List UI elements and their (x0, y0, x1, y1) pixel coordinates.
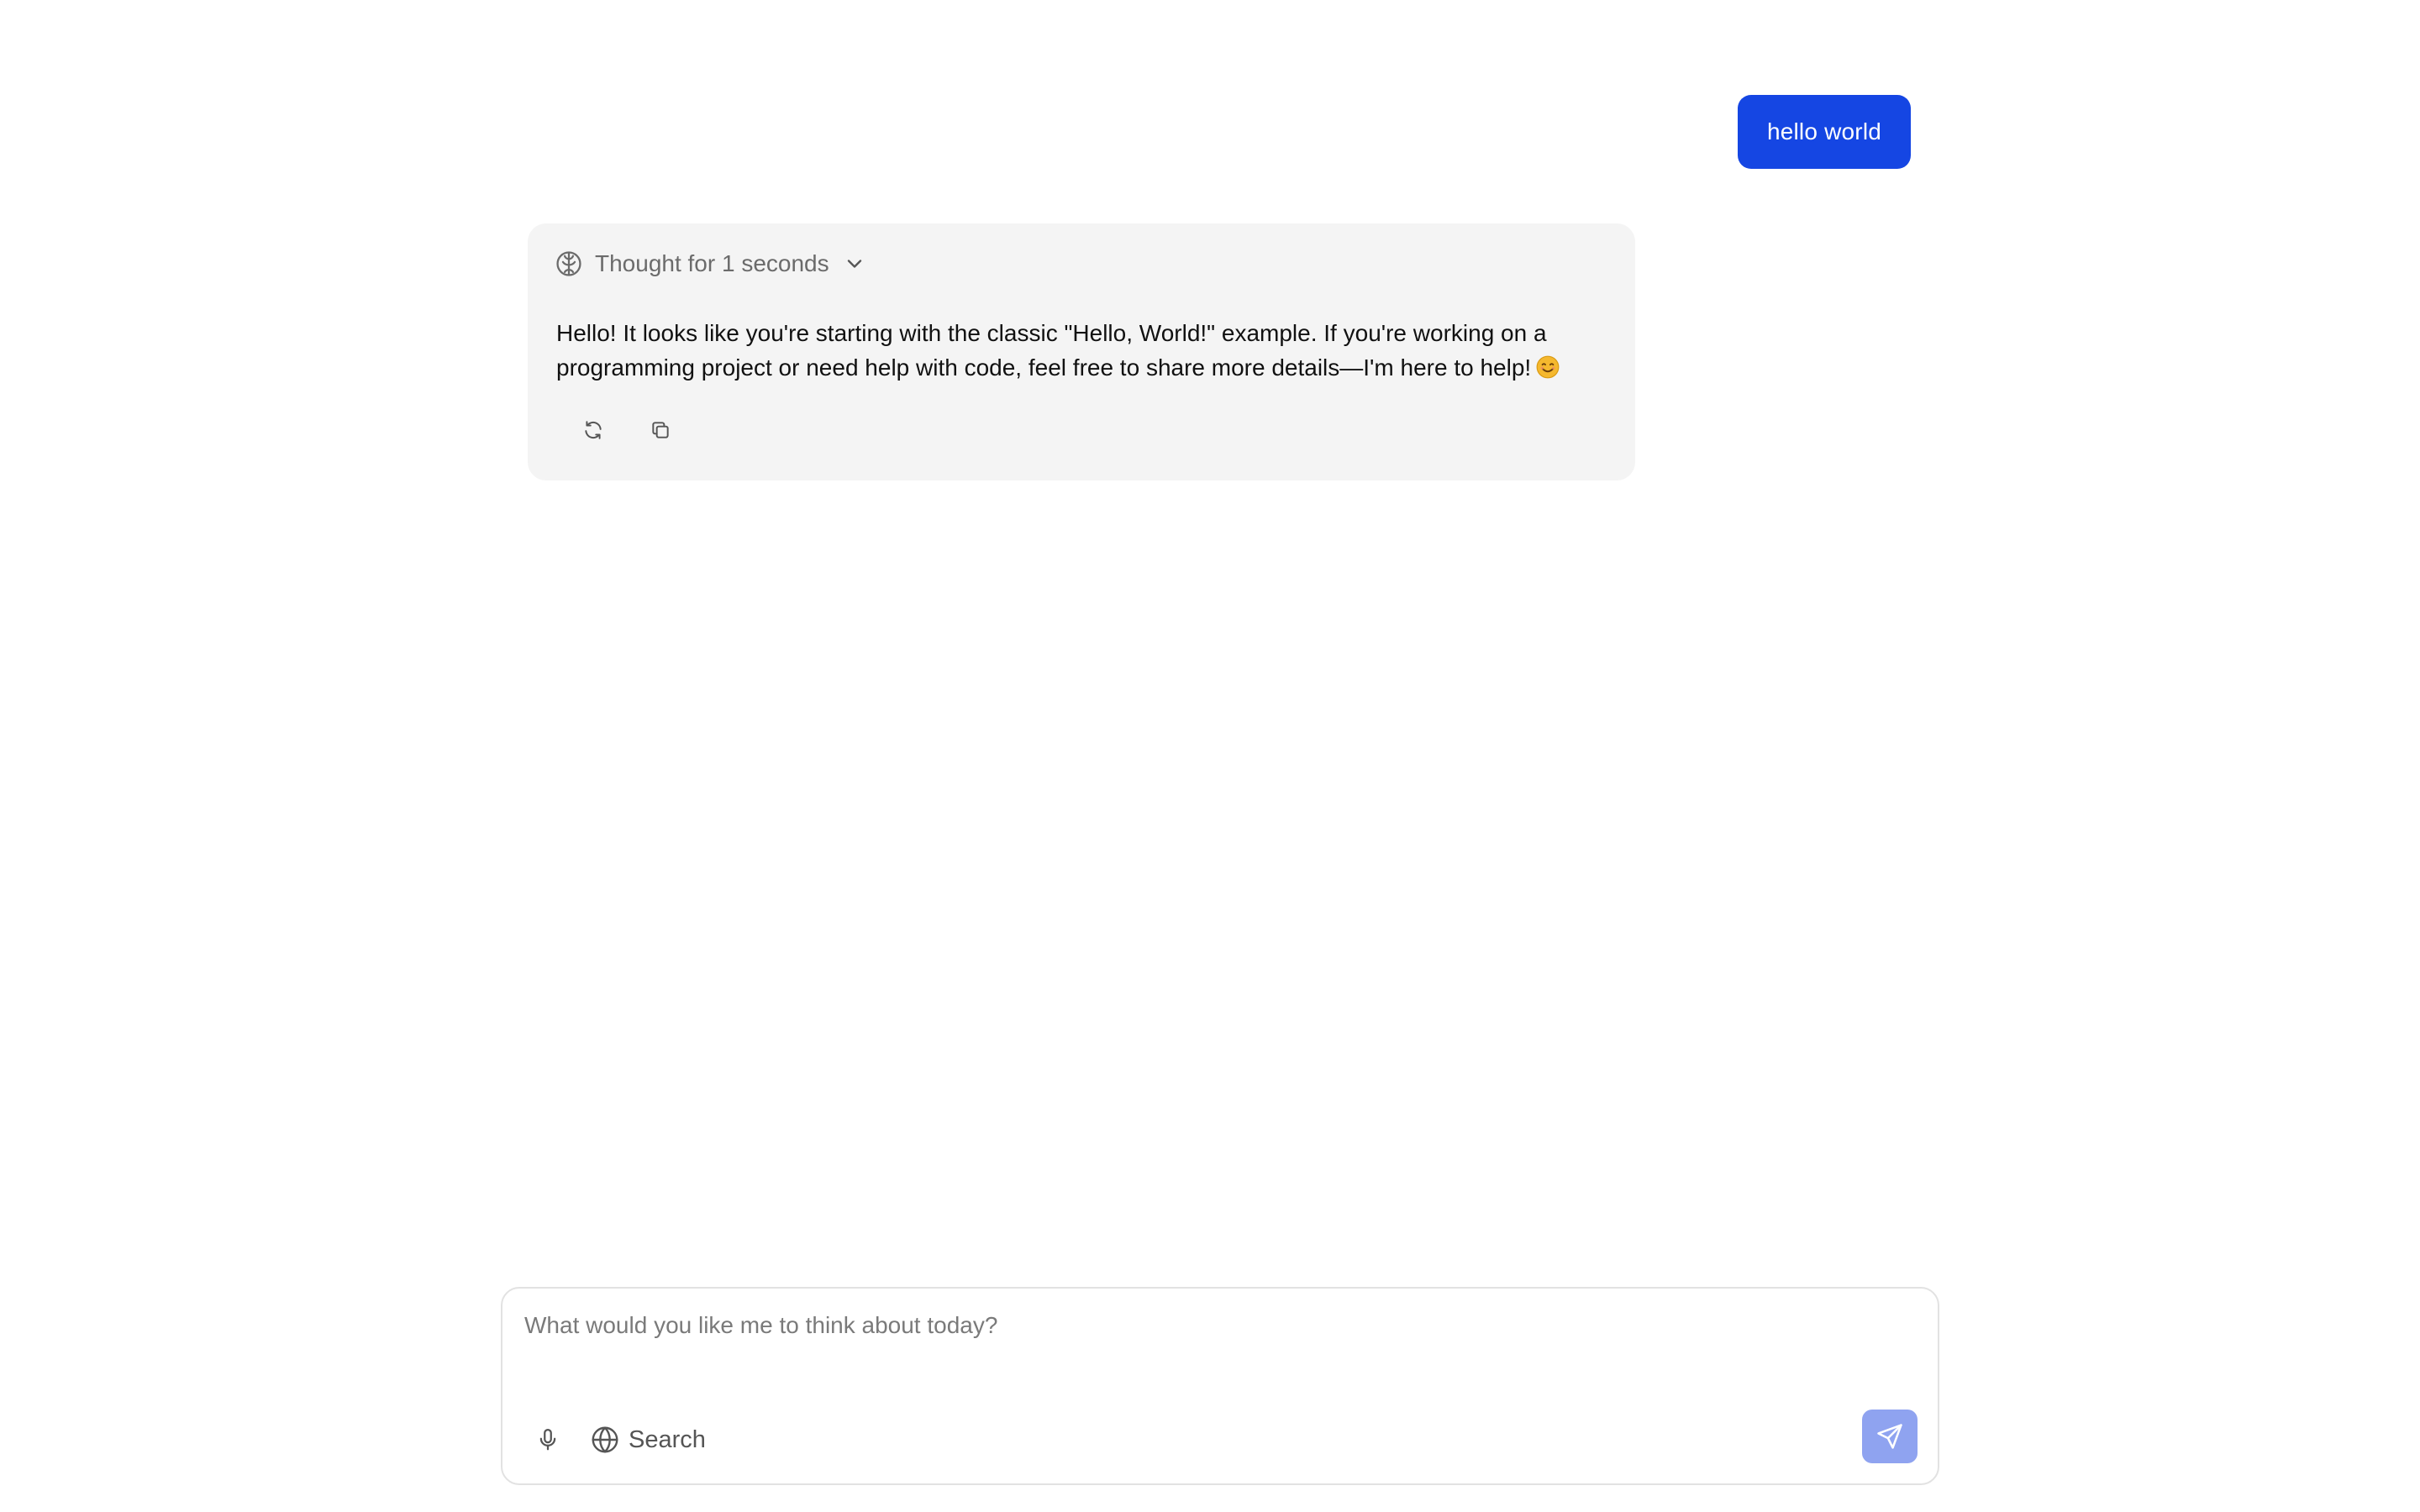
thought-toggle[interactable]: Thought for 1 seconds (555, 245, 866, 282)
copy-button[interactable] (642, 412, 679, 449)
thought-duration-label: Thought for 1 seconds (595, 250, 829, 276)
search-toggle-button[interactable]: Search (590, 1421, 706, 1458)
message-input[interactable] (524, 1305, 1902, 1346)
globe-icon (590, 1425, 620, 1455)
brain-icon (555, 249, 583, 278)
refresh-icon (585, 421, 602, 439)
chat-page: hello world Thought for 1 seconds Hello!… (0, 0, 2420, 1512)
assistant-answer: Hello! It looks like you're starting wit… (556, 316, 1615, 385)
send-icon (1877, 1424, 1902, 1449)
regenerate-button[interactable] (575, 412, 612, 449)
user-message-text: hello world (1766, 118, 1882, 144)
composer-tools: Search (531, 1416, 706, 1463)
user-message-bubble: hello world (1738, 95, 1911, 169)
message-actions (575, 412, 679, 449)
search-label: Search (629, 1425, 706, 1453)
send-button[interactable] (1862, 1410, 1918, 1463)
smiling-face-emoji (1536, 354, 1560, 379)
message-composer: Search (501, 1287, 1939, 1485)
assistant-message-card: Thought for 1 seconds Hello! It looks li… (528, 223, 1635, 480)
chevron-down-icon (843, 252, 866, 276)
copy-icon (652, 422, 669, 438)
assistant-answer-text: Hello! It looks like you're starting wit… (556, 320, 1547, 381)
microphone-button[interactable] (531, 1423, 565, 1457)
microphone-icon (539, 1429, 556, 1451)
